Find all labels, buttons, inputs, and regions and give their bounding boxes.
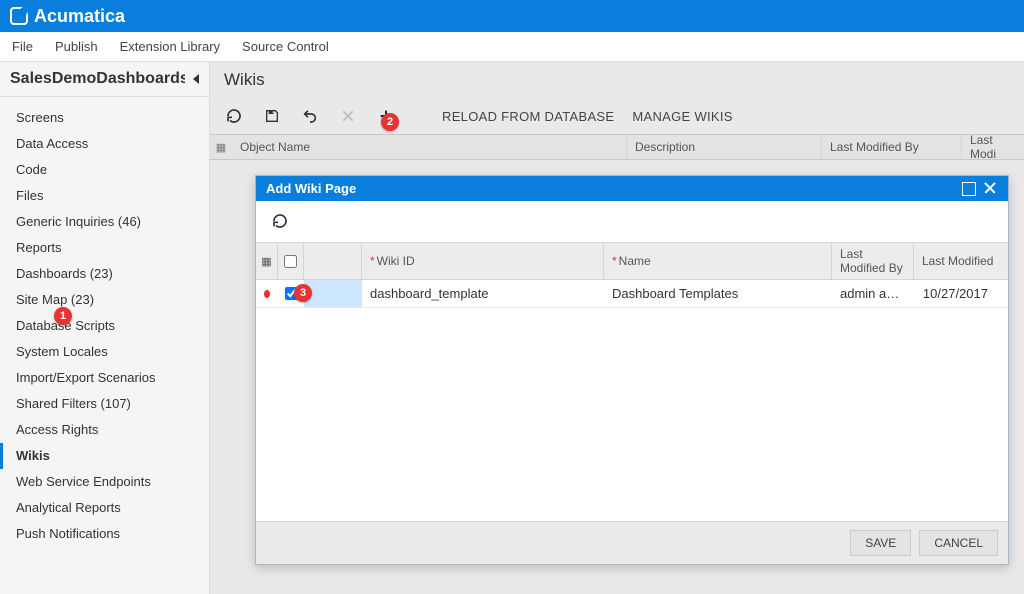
modal-body-empty — [256, 308, 1008, 521]
check-all-checkbox[interactable] — [284, 255, 297, 268]
sidebar-item-web-service-endpoints[interactable]: Web Service Endpoints — [0, 469, 209, 495]
refresh-icon — [272, 213, 288, 229]
toolbar: RELOAD FROM DATABASE MANAGE WIKIS — [210, 98, 1024, 134]
grid-col-description[interactable]: Description — [627, 135, 822, 159]
sidebar-item-access-rights[interactable]: Access Rights — [0, 417, 209, 443]
sidebar-item-dashboards[interactable]: Dashboards (23) — [0, 261, 209, 287]
sidebar-item-analytical-reports[interactable]: Analytical Reports — [0, 495, 209, 521]
menu-source-control[interactable]: Source Control — [242, 39, 329, 54]
sidebar-item-push-notifications[interactable]: Push Notifications — [0, 521, 209, 547]
refresh-button[interactable] — [224, 106, 244, 126]
sidebar-project-title: SalesDemoDashboards — [10, 70, 185, 88]
row-last-modified: 10/27/2017 — [914, 280, 1008, 307]
refresh-icon — [226, 108, 242, 124]
new-row-indicator-icon — [264, 290, 270, 298]
modal-col-wiki-id-label: Wiki ID — [377, 254, 415, 268]
sidebar-list: Screens Data Access Code Files Generic I… — [0, 97, 209, 555]
row-status-icon — [256, 280, 278, 307]
modal-grid-sel-spacer — [304, 243, 362, 279]
sidebar-item-wikis[interactable]: Wikis — [0, 443, 209, 469]
sidebar-item-database-scripts[interactable]: Database Scripts — [0, 313, 209, 339]
row-last-modified-by: admin ad… — [832, 280, 914, 307]
modal-footer: SAVE CANCEL — [256, 521, 1008, 564]
modal-col-wiki-id[interactable]: *Wiki ID — [362, 243, 604, 279]
modal-title-controls — [962, 182, 998, 196]
grid-col-object-name[interactable]: Object Name — [232, 135, 627, 159]
modal-col-name[interactable]: *Name — [604, 243, 832, 279]
brand-name: Acumatica — [34, 6, 125, 27]
modal-grid-select-icon[interactable]: ▦ — [256, 243, 278, 279]
sidebar-item-generic-inquiries[interactable]: Generic Inquiries (46) — [0, 209, 209, 235]
undo-icon — [302, 108, 318, 124]
required-star-icon: * — [370, 254, 375, 268]
sidebar-header: SalesDemoDashboards — [0, 62, 209, 97]
save-button[interactable] — [262, 106, 282, 126]
undo-button[interactable] — [300, 106, 320, 126]
sidebar-item-reports[interactable]: Reports — [0, 235, 209, 261]
callout-2: 2 — [381, 113, 399, 131]
row-name[interactable]: Dashboard Templates — [604, 280, 832, 307]
save-icon — [264, 108, 280, 124]
grid-select-icon[interactable]: ▦ — [210, 141, 232, 154]
modal-refresh-button[interactable] — [270, 211, 290, 231]
modal-row[interactable]: dashboard_template Dashboard Templates a… — [256, 280, 1008, 308]
required-star-icon: * — [612, 254, 617, 268]
row-selection-cell[interactable] — [304, 280, 362, 307]
modal-col-last-modified[interactable]: Last Modified — [914, 243, 1008, 279]
callout-1: 1 — [54, 307, 72, 325]
grid-col-last-modified[interactable]: Last Modi — [962, 135, 1024, 159]
sidebar-item-data-access[interactable]: Data Access — [0, 131, 209, 157]
sidebar-item-site-map[interactable]: Site Map (23) — [0, 287, 209, 313]
modal-titlebar[interactable]: Add Wiki Page — [256, 176, 1008, 201]
sidebar-item-screens[interactable]: Screens — [0, 105, 209, 131]
sidebar-item-shared-filters[interactable]: Shared Filters (107) — [0, 391, 209, 417]
modal-grid-header: ▦ *Wiki ID *Name Last Modified By Last M… — [256, 242, 1008, 280]
modal-maximize-button[interactable] — [962, 182, 976, 196]
brand-logo-icon — [10, 7, 28, 25]
sidebar: SalesDemoDashboards Screens Data Access … — [0, 62, 210, 594]
grid-header: ▦ Object Name Description Last Modified … — [210, 134, 1024, 160]
sidebar-item-code[interactable]: Code — [0, 157, 209, 183]
modal-cancel-button[interactable]: CANCEL — [919, 530, 998, 556]
menu-publish[interactable]: Publish — [55, 39, 98, 54]
grid-col-last-modified-by[interactable]: Last Modified By — [822, 135, 962, 159]
delete-icon — [340, 108, 356, 124]
delete-button[interactable] — [338, 106, 358, 126]
page-title: Wikis — [210, 62, 1024, 98]
modal-grid-check-all[interactable] — [278, 243, 304, 279]
manage-wikis-button[interactable]: MANAGE WIKIS — [632, 109, 732, 124]
menu-extension-library[interactable]: Extension Library — [120, 39, 220, 54]
callout-3: 3 — [294, 284, 312, 302]
modal-save-button[interactable]: SAVE — [850, 530, 911, 556]
modal-toolbar — [256, 201, 1008, 242]
sidebar-item-import-export-scenarios[interactable]: Import/Export Scenarios — [0, 365, 209, 391]
modal-close-button[interactable] — [984, 182, 998, 196]
brand-bar: Acumatica — [0, 0, 1024, 32]
reload-from-database-button[interactable]: RELOAD FROM DATABASE — [442, 109, 614, 124]
modal-col-last-modified-by[interactable]: Last Modified By — [832, 243, 914, 279]
row-wiki-id[interactable]: dashboard_template — [362, 280, 604, 307]
menu-bar: File Publish Extension Library Source Co… — [0, 32, 1024, 62]
modal-title-text: Add Wiki Page — [266, 181, 356, 196]
menu-file[interactable]: File — [12, 39, 33, 54]
sidebar-item-files[interactable]: Files — [0, 183, 209, 209]
add-wiki-page-modal: Add Wiki Page ▦ *Wiki ID *Name Last Modi… — [255, 175, 1009, 565]
modal-col-name-label: Name — [619, 254, 651, 268]
sidebar-item-system-locales[interactable]: System Locales — [0, 339, 209, 365]
collapse-sidebar-icon[interactable] — [193, 74, 199, 84]
